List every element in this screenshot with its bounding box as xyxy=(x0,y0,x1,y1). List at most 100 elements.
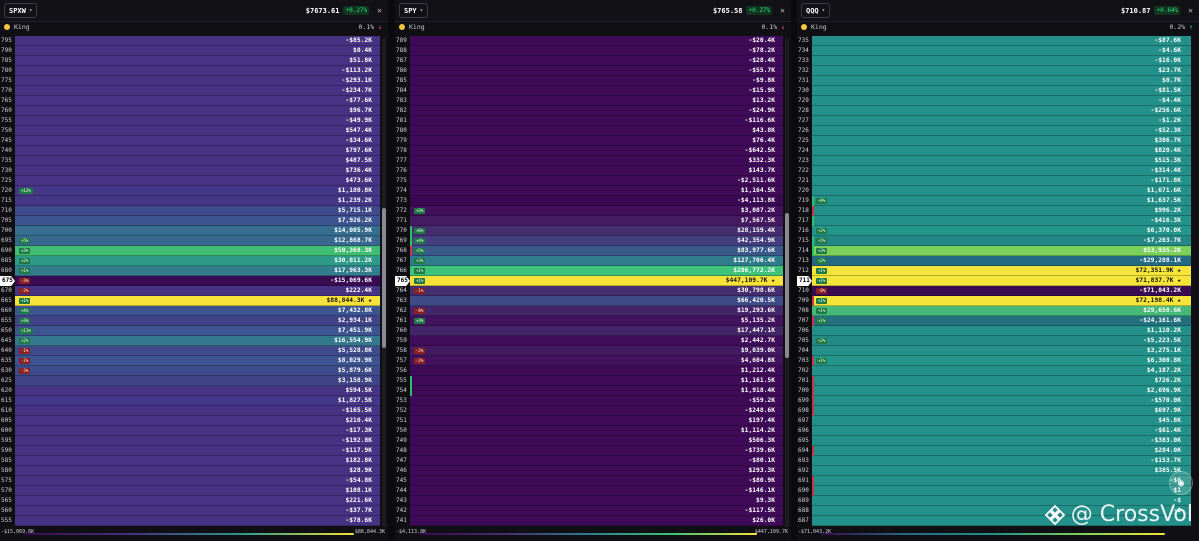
strike-row[interactable]: 766 +1% $286,772.2K xyxy=(395,266,783,276)
strike-row[interactable]: 764 -1% $30,798.6K xyxy=(395,286,783,296)
strike-row[interactable]: 762 -8% $19,293.6K xyxy=(395,306,783,316)
strike-row[interactable]: 696 -$61.4K xyxy=(797,426,1191,436)
strike-row[interactable]: 761 +3% $5,135.2K xyxy=(395,316,783,326)
strike-row[interactable]: 650 +11% $7,451.9K xyxy=(0,326,380,336)
strike-row[interactable]: 720 +12% $1,180.8K xyxy=(0,186,380,196)
strike-row[interactable]: 788 -$78.2K xyxy=(395,46,783,56)
strike-row[interactable]: 787 -$28.4K xyxy=(395,56,783,66)
strike-row[interactable]: 670 -2% $222.4K xyxy=(0,286,380,296)
strike-row[interactable]: 697 $45.8K xyxy=(797,416,1191,426)
strike-row[interactable]: 722 -$314.4K xyxy=(797,166,1191,176)
strike-row[interactable]: 776 $143.7K xyxy=(395,166,783,176)
strike-row[interactable]: 620 $594.5K xyxy=(0,386,380,396)
scrollbar-thumb[interactable] xyxy=(785,213,789,358)
strike-row[interactable]: 692 $385.5K xyxy=(797,466,1191,476)
strike-row[interactable]: 778 -$642.5K xyxy=(395,146,783,156)
strike-row[interactable]: 703 +1% $6,300.8K xyxy=(797,356,1191,366)
strike-row[interactable]: 700 $2,696.9K xyxy=(797,386,1191,396)
strike-row[interactable]: 789 -$20.4K xyxy=(395,36,783,46)
strike-row[interactable]: 752 -$248.6K xyxy=(395,406,783,416)
strike-row[interactable]: 675 -3% -$15,069.6K xyxy=(0,276,380,286)
ticker-selector[interactable]: QQQ ▾ xyxy=(801,3,831,18)
strike-row[interactable]: 655 +3% $2,934.1K xyxy=(0,316,380,326)
strike-row[interactable]: 775 -$293.1K xyxy=(0,76,380,86)
strike-row[interactable]: 724 $820.4K xyxy=(797,146,1191,156)
strike-row[interactable]: 774 $1,164.5K xyxy=(395,186,783,196)
strike-row[interactable]: 732 $23.7K xyxy=(797,66,1191,76)
strike-row[interactable]: 680 +1% $17,963.3K xyxy=(0,266,380,276)
strike-row[interactable]: 779 $76.4K xyxy=(395,136,783,146)
strike-row[interactable]: 771 $7,567.5K xyxy=(395,216,783,226)
strike-row[interactable]: 700 $14,005.9K xyxy=(0,226,380,236)
strike-row[interactable]: 777 $332.3K xyxy=(395,156,783,166)
strike-row[interactable]: 725 $473.6K xyxy=(0,176,380,186)
strike-row[interactable]: 625 $3,158.9K xyxy=(0,376,380,386)
strike-row[interactable]: 695 -$383.0K xyxy=(797,436,1191,446)
strike-row[interactable]: 758 -2% $9,039.0K xyxy=(395,346,783,356)
strike-row[interactable]: 795 -$85.2K xyxy=(0,36,380,46)
strike-row[interactable]: 755 $1,161.5K xyxy=(395,376,783,386)
strike-row[interactable]: 731 $0.7K xyxy=(797,76,1191,86)
strike-row[interactable]: 756 $1,212.4K xyxy=(395,366,783,376)
strike-row[interactable]: 706 $1,110.2K xyxy=(797,326,1191,336)
strike-row[interactable]: 780 -$113.2K xyxy=(0,66,380,76)
strike-row[interactable]: 749 $506.3K xyxy=(395,436,783,446)
strike-row[interactable]: 760 $17,447.1K xyxy=(395,326,783,336)
strike-row[interactable]: 730 -$81.5K xyxy=(797,86,1191,96)
strike-row[interactable]: 704 $3,275.1K xyxy=(797,346,1191,356)
strike-row[interactable]: 769 +4% $42,354.9K xyxy=(395,236,783,246)
strike-row[interactable]: 710 $5,715.1K xyxy=(0,206,380,216)
strike-row[interactable]: 748 -$739.6K xyxy=(395,446,783,456)
strike-row[interactable]: 763 $66,420.5K xyxy=(395,296,783,306)
strike-row[interactable]: 757 -2% $4,604.8K xyxy=(395,356,783,366)
scrollbar[interactable] xyxy=(785,38,789,528)
strike-row[interactable]: 746 $293.3K xyxy=(395,466,783,476)
strike-row[interactable]: 575 -$54.8K xyxy=(0,476,380,486)
strike-row[interactable]: 698 $697.9K xyxy=(797,406,1191,416)
strike-row[interactable]: 585 $182.8K xyxy=(0,456,380,466)
camera-icon[interactable]: ◉ xyxy=(1169,471,1193,495)
strike-row[interactable]: 719 +9% $1,637.5K xyxy=(797,196,1191,206)
strike-row[interactable]: 640 -1% $5,528.8K xyxy=(0,346,380,356)
strike-row[interactable]: 555 -$78.6K xyxy=(0,516,380,526)
strike-row[interactable]: 770 +6% $28,159.4K xyxy=(395,226,783,236)
strike-row[interactable]: 727 -$1.2K xyxy=(797,116,1191,126)
strike-row[interactable]: 711 +1% $71,837.7K ★ xyxy=(797,276,1191,286)
strike-row[interactable]: 712 +1% $72,351.9K ★ xyxy=(797,266,1191,276)
strike-row[interactable]: 730 $736.4K xyxy=(0,166,380,176)
strike-row[interactable]: 770 -$234.7K xyxy=(0,86,380,96)
strike-row[interactable]: 702 $4,187.2K xyxy=(797,366,1191,376)
strike-row[interactable]: 772 +3% $3,087.2K xyxy=(395,206,783,216)
strike-row[interactable]: 723 $515.3K xyxy=(797,156,1191,166)
scrollbar-thumb[interactable] xyxy=(382,208,386,348)
strike-row[interactable]: 699 -$570.0K xyxy=(797,396,1191,406)
strike-row[interactable]: 728 -$256.6K xyxy=(797,106,1191,116)
strike-row[interactable]: 734 -$4.6K xyxy=(797,46,1191,56)
strike-row[interactable]: 786 -$55.7K xyxy=(395,66,783,76)
strike-row[interactable]: 729 -$4.4K xyxy=(797,96,1191,106)
strike-row[interactable]: 721 -$171.8K xyxy=(797,176,1191,186)
strike-row[interactable]: 705 $7,926.2K xyxy=(0,216,380,226)
strike-row[interactable]: 600 -$17.3K xyxy=(0,426,380,436)
strike-row[interactable]: 590 -$117.9K xyxy=(0,446,380,456)
strike-row[interactable]: 595 -$192.8K xyxy=(0,436,380,446)
strike-row[interactable]: 716 +2% $6,370.0K xyxy=(797,226,1191,236)
strike-row[interactable]: 741 $26.0K xyxy=(395,516,783,526)
strike-row[interactable]: 690 $1 xyxy=(797,486,1191,496)
strike-row[interactable]: 717 -$416.3K xyxy=(797,216,1191,226)
strike-row[interactable]: 695 +5% $12,868.7K xyxy=(0,236,380,246)
strike-row[interactable]: 775 -$2,511.6K xyxy=(395,176,783,186)
strike-row[interactable]: 754 $1,918.4K xyxy=(395,386,783,396)
strike-row[interactable]: 742 -$117.5K xyxy=(395,506,783,516)
strike-row[interactable]: 635 -2% $8,029.9K xyxy=(0,356,380,366)
strike-row[interactable]: 767 +3% $127,706.4K xyxy=(395,256,783,266)
ticker-selector[interactable]: SPXW ▾ xyxy=(4,3,38,18)
strike-row[interactable]: 701 $726.2K xyxy=(797,376,1191,386)
strike-row[interactable]: 705 +2% -$5,223.5K xyxy=(797,336,1191,346)
strike-row[interactable]: 645 +2% $16,554.9K xyxy=(0,336,380,346)
strike-row[interactable]: 783 $13.2K xyxy=(395,96,783,106)
strike-row[interactable]: 765 -$77.6K xyxy=(0,96,380,106)
strike-row[interactable]: 750 $547.4K xyxy=(0,126,380,136)
strike-row[interactable]: 781 -$116.6K xyxy=(395,116,783,126)
strike-row[interactable]: 726 -$52.3K xyxy=(797,126,1191,136)
